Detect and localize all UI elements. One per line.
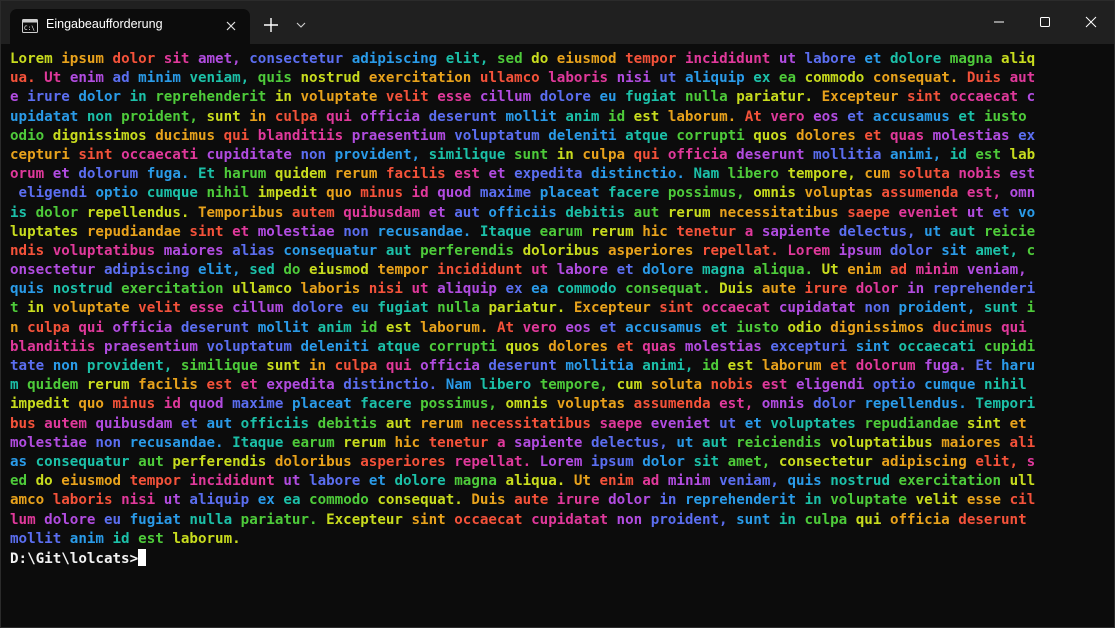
terminal-line: quis nostrud exercitation ullamco labori… [10, 281, 1036, 298]
terminal-line: ed do eiusmod tempor incididunt ut labor… [10, 473, 1036, 490]
terminal-output[interactable]: Lorem ipsum dolor sit amet, consectetur … [10, 50, 1090, 569]
terminal-line: eligendi optio cumque nihil impedit quo … [18, 185, 1036, 202]
prompt-line[interactable]: D:\Git\lolcats> [10, 548, 1090, 569]
minimize-button[interactable] [976, 1, 1022, 43]
close-icon[interactable] [223, 18, 239, 34]
terminal-window: C:\ Eingabeaufforderung Lorem ipsum dolo… [0, 0, 1115, 628]
terminal-line: as consequatur aut perferendis doloribus… [10, 453, 1036, 470]
terminal-line: bus autem quibusdam et aut officiis debi… [10, 415, 1027, 432]
maximize-icon [1040, 17, 1050, 27]
terminal-line: is dolor repellendus. Temporibus autem q… [10, 204, 1036, 221]
prompt-text: D:\Git\lolcats> [10, 550, 139, 567]
tab-title: Eingabeaufforderung [46, 17, 163, 31]
terminal-line: onsectetur adipiscing elit, sed do eiusm… [10, 262, 1027, 279]
close-window-button[interactable] [1068, 1, 1114, 43]
terminal-line: n culpa qui officia deserunt mollit anim… [10, 319, 1027, 336]
terminal-line: e irure dolor in reprehenderit in volupt… [10, 89, 1036, 106]
terminal-line: tate non provident, similique sunt in cu… [10, 358, 1036, 374]
terminal-line: m quidem rerum facilis est et expedita d… [10, 377, 1027, 394]
text-cursor [138, 548, 147, 566]
terminal-line: molestiae non recusandae. Itaque earum r… [10, 434, 1036, 451]
terminal-line: amco laboris nisi ut aliquip ex ea commo… [10, 492, 1036, 509]
terminal-line: mollit anim id est laborum. [10, 530, 241, 547]
terminal-line: luptates repudiandae sint et molestiae n… [10, 223, 1036, 240]
terminal-line: cepturi sint occaecati cupiditate non pr… [10, 146, 1036, 163]
maximize-button[interactable] [1022, 1, 1068, 43]
terminal-line: ndis voluptatibus maiores alias consequa… [10, 242, 1036, 259]
terminal-line: impedit quo minus id quod maxime placeat… [10, 396, 1036, 413]
plus-icon[interactable] [260, 14, 282, 36]
terminal-line: upidatat non proident, sunt in culpa qui… [10, 108, 1027, 125]
title-bar: C:\ Eingabeaufforderung [1, 1, 1114, 44]
tab-eingabeaufforderung[interactable]: C:\ Eingabeaufforderung [10, 9, 250, 44]
svg-text:C:\: C:\ [24, 25, 35, 32]
chevron-down-icon[interactable] [291, 15, 311, 35]
terminal-line: ua. Ut enim ad minim veniam, quis nostru… [10, 70, 1036, 87]
output-lines: Lorem ipsum dolor sit amet, consectetur … [10, 50, 1090, 549]
terminal-line: t in voluptate velit esse cillum dolore … [10, 300, 1036, 317]
terminal-line: orum et dolorum fuga. Et harum quidem re… [10, 166, 1036, 183]
terminal-line: odio dignissimos ducimus qui blanditiis … [10, 127, 1036, 144]
terminal-line: lum dolore eu fugiat nulla pariatur. Exc… [10, 511, 1027, 528]
close-icon [1085, 16, 1097, 28]
terminal-line: Lorem ipsum dolor sit amet, consectetur … [10, 51, 1036, 67]
cmd-terminal-icon: C:\ [22, 19, 38, 33]
terminal-line: blanditiis praesentium voluptatum deleni… [10, 338, 1036, 355]
minimize-icon [994, 21, 1004, 23]
